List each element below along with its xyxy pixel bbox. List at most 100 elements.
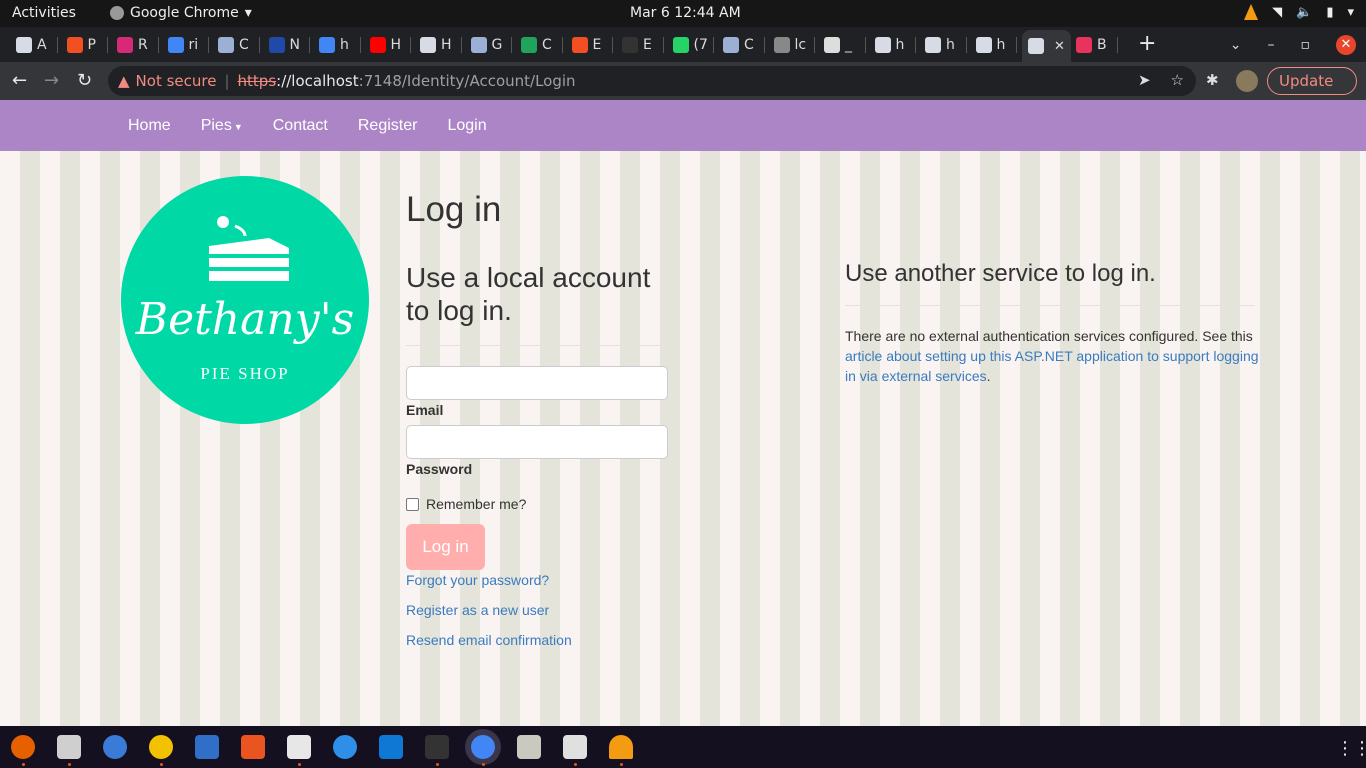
tab-title: E bbox=[643, 36, 652, 53]
local-heading-line2: to log in. bbox=[406, 295, 512, 326]
youtube-icon bbox=[369, 36, 386, 53]
password-field[interactable] bbox=[406, 425, 668, 459]
forward-icon[interactable]: → bbox=[44, 70, 59, 91]
logo-brand-text: Bethany's bbox=[135, 294, 355, 345]
tab-title: C bbox=[239, 36, 249, 53]
tab-separator bbox=[359, 37, 361, 53]
reload-icon[interactable]: ↻ bbox=[77, 70, 92, 91]
firefox-icon[interactable] bbox=[11, 735, 35, 759]
app-name: Google Chrome bbox=[130, 5, 239, 21]
remember-me-label[interactable]: Remember me? bbox=[426, 496, 526, 512]
close-window-icon[interactable]: ✕ bbox=[1336, 34, 1356, 55]
browser-tab[interactable]: C bbox=[719, 31, 754, 58]
tab-separator bbox=[410, 37, 411, 53]
app-grid-icon[interactable]: ⋮⋮⋮ bbox=[1336, 738, 1366, 759]
archive-icon[interactable] bbox=[517, 735, 541, 759]
close-tab-icon[interactable]: ✕ bbox=[1054, 39, 1065, 54]
nav-contact[interactable]: Contact bbox=[273, 117, 328, 135]
vscode-icon[interactable] bbox=[379, 735, 403, 759]
nav-register[interactable]: Register bbox=[358, 117, 418, 135]
browser-tab[interactable]: (7 bbox=[669, 31, 708, 58]
new-tab-icon[interactable]: + bbox=[1138, 31, 1156, 56]
files-icon[interactable] bbox=[57, 735, 81, 759]
browser-tab[interactable]: ✕ bbox=[1022, 30, 1071, 62]
browser-tab[interactable]: H bbox=[366, 31, 401, 58]
microsoft-icon bbox=[571, 36, 588, 53]
register-link[interactable]: Register as a new user bbox=[406, 602, 549, 618]
browser-tab[interactable]: h bbox=[921, 31, 955, 58]
update-button[interactable]: Update ⋮ bbox=[1267, 67, 1357, 116]
tab-strip: A P Rri C Nh H H G C E E (7 Clc _ h h h ✕ B + ⌄ – ▫ ✕ bbox=[0, 27, 1366, 62]
back-icon[interactable]: ← bbox=[12, 70, 27, 91]
clock[interactable]: Mar 6 12:44 AM bbox=[630, 5, 741, 21]
chrome-dock-icon[interactable] bbox=[471, 735, 495, 759]
tab-title: C bbox=[744, 36, 754, 53]
tab-separator bbox=[763, 37, 765, 53]
browser-tab[interactable]: P bbox=[63, 31, 96, 58]
text-editor-icon[interactable] bbox=[563, 735, 587, 759]
tab-separator bbox=[814, 37, 815, 53]
browser-tab[interactable]: h bbox=[972, 31, 1005, 58]
globe-icon bbox=[268, 36, 285, 53]
google-icon bbox=[167, 36, 184, 53]
browser-tab[interactable]: E bbox=[568, 31, 601, 58]
vlc-dock-icon[interactable] bbox=[609, 735, 633, 759]
nav-home[interactable]: Home bbox=[128, 117, 171, 135]
browser-tab[interactable]: N bbox=[265, 31, 300, 58]
address-bar[interactable]: ▲ Not secure | https://localhost:7148/Id… bbox=[108, 66, 1196, 96]
browser-tab[interactable]: _ bbox=[820, 31, 852, 58]
tab-search-icon[interactable]: ⌄ bbox=[1230, 37, 1242, 53]
url-path: :7148/Identity/Account/Login bbox=[358, 72, 576, 90]
email-field[interactable] bbox=[406, 366, 668, 400]
minimize-icon[interactable]: – bbox=[1268, 37, 1275, 53]
screenshot-icon[interactable] bbox=[287, 735, 311, 759]
browser-tab[interactable]: H bbox=[416, 31, 452, 58]
browser-tab[interactable]: C bbox=[517, 31, 552, 58]
help-icon[interactable] bbox=[333, 735, 357, 759]
running-indicator bbox=[298, 763, 301, 766]
doc-icon bbox=[1028, 38, 1044, 54]
browser-tab[interactable]: C bbox=[214, 31, 249, 58]
chrome-icon bbox=[110, 6, 124, 20]
writer-icon[interactable] bbox=[195, 735, 219, 759]
forgot-password-link[interactable]: Forgot your password? bbox=[406, 572, 549, 588]
not-secure-label[interactable]: Not secure bbox=[136, 72, 217, 90]
nav-pies[interactable]: Pies ▼ bbox=[201, 117, 243, 135]
browser-tab[interactable]: h bbox=[315, 31, 349, 58]
bookmark-star-icon[interactable]: ☆ bbox=[1171, 71, 1184, 89]
browser-tab[interactable]: R bbox=[113, 31, 148, 58]
vlc-icon[interactable] bbox=[1244, 4, 1259, 20]
tab-separator bbox=[662, 37, 664, 53]
browser-tab[interactable]: E bbox=[618, 31, 652, 58]
send-icon[interactable]: ➤ bbox=[1138, 71, 1151, 89]
profile-avatar[interactable] bbox=[1236, 70, 1258, 92]
activities-button[interactable]: Activities bbox=[12, 5, 76, 21]
divider bbox=[845, 305, 1255, 306]
login-button[interactable]: Log in bbox=[406, 524, 485, 570]
maximize-icon[interactable]: ▫ bbox=[1301, 37, 1311, 53]
browser-tab[interactable]: G bbox=[467, 31, 502, 58]
globe-icon bbox=[824, 36, 840, 53]
browser-tab[interactable]: A bbox=[12, 31, 47, 58]
system-tray[interactable]: ◥ 🔈 ▮ ▾ bbox=[1244, 4, 1354, 20]
terminal-icon[interactable] bbox=[425, 735, 449, 759]
extensions-icon[interactable]: ✱ bbox=[1206, 71, 1219, 89]
rhythmbox-icon[interactable] bbox=[149, 735, 173, 759]
browser-tab[interactable]: h bbox=[871, 31, 905, 58]
app-menu[interactable]: Google Chrome ▾ bbox=[110, 5, 252, 21]
thunderbird-icon[interactable] bbox=[103, 735, 127, 759]
running-indicator bbox=[482, 763, 485, 766]
site-logo[interactable]: Bethany's PIE SHOP bbox=[121, 176, 369, 424]
browser-tab[interactable]: ri bbox=[164, 31, 198, 58]
remember-me-checkbox[interactable] bbox=[406, 498, 419, 511]
chevron-down-icon: ▾ bbox=[1347, 4, 1354, 20]
browser-tab[interactable]: lc bbox=[770, 31, 806, 58]
external-services-article-link[interactable]: article about setting up this ASP.NET ap… bbox=[845, 348, 1259, 384]
software-icon[interactable] bbox=[241, 735, 265, 759]
nav-login[interactable]: Login bbox=[447, 117, 486, 135]
resend-confirmation-link[interactable]: Resend email confirmation bbox=[406, 632, 572, 648]
tab-title: B bbox=[1097, 36, 1107, 53]
running-indicator bbox=[22, 763, 25, 766]
browser-tab[interactable]: B bbox=[1072, 31, 1107, 58]
tab-title: h bbox=[895, 36, 905, 53]
